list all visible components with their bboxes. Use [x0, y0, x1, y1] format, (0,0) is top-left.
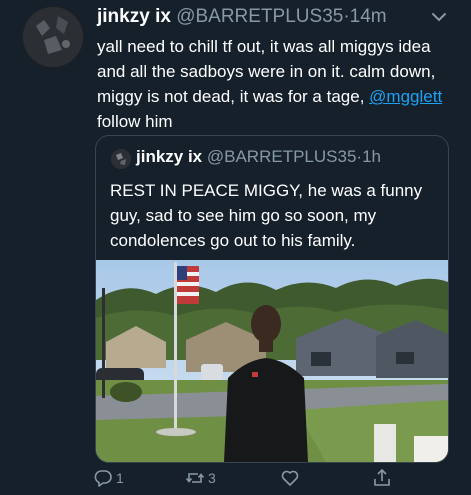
retweet-count: 3 — [208, 470, 216, 486]
reply-action[interactable]: 1 — [93, 468, 124, 488]
tweet-text-end: follow him — [97, 112, 173, 131]
share-icon — [374, 468, 390, 486]
mention-link[interactable]: @mgglett — [369, 87, 442, 106]
quoted-handle: @BARRETPLUS35 — [206, 147, 357, 166]
tweet-text: yall need to chill tf out, it was all mi… — [97, 34, 462, 134]
avatar[interactable] — [22, 6, 84, 68]
quoted-photo[interactable] — [96, 260, 448, 462]
tweet-header: jinkzy ix @BARRETPLUS35·14m — [97, 6, 387, 28]
like-icon — [281, 470, 299, 486]
chevron-down-icon[interactable] — [430, 8, 448, 26]
quoted-text: REST IN PEACE MIGGY, he was a funny guy,… — [110, 181, 423, 250]
reply-count: 1 — [116, 470, 124, 486]
share-action[interactable] — [372, 468, 395, 488]
quoted-header: jinkzy ix @BARRETPLUS35·1h — [136, 147, 381, 167]
reply-icon — [94, 470, 112, 487]
user-handle[interactable]: @BARRETPLUS35 — [176, 6, 343, 27]
quoted-display-name: jinkzy ix — [136, 147, 203, 166]
retweet-icon — [185, 473, 205, 483]
retweet-action[interactable]: 3 — [185, 468, 216, 488]
like-action[interactable] — [280, 468, 303, 488]
action-bar: 1 3 — [0, 462, 471, 492]
tweet-time[interactable]: 14m — [350, 6, 387, 27]
quoted-time: 1h — [362, 147, 381, 166]
quoted-avatar — [111, 149, 131, 169]
quoted-tweet[interactable]: jinkzy ix @BARRETPLUS35·1h REST IN PEACE… — [95, 135, 449, 463]
display-name[interactable]: jinkzy ix — [97, 6, 171, 27]
